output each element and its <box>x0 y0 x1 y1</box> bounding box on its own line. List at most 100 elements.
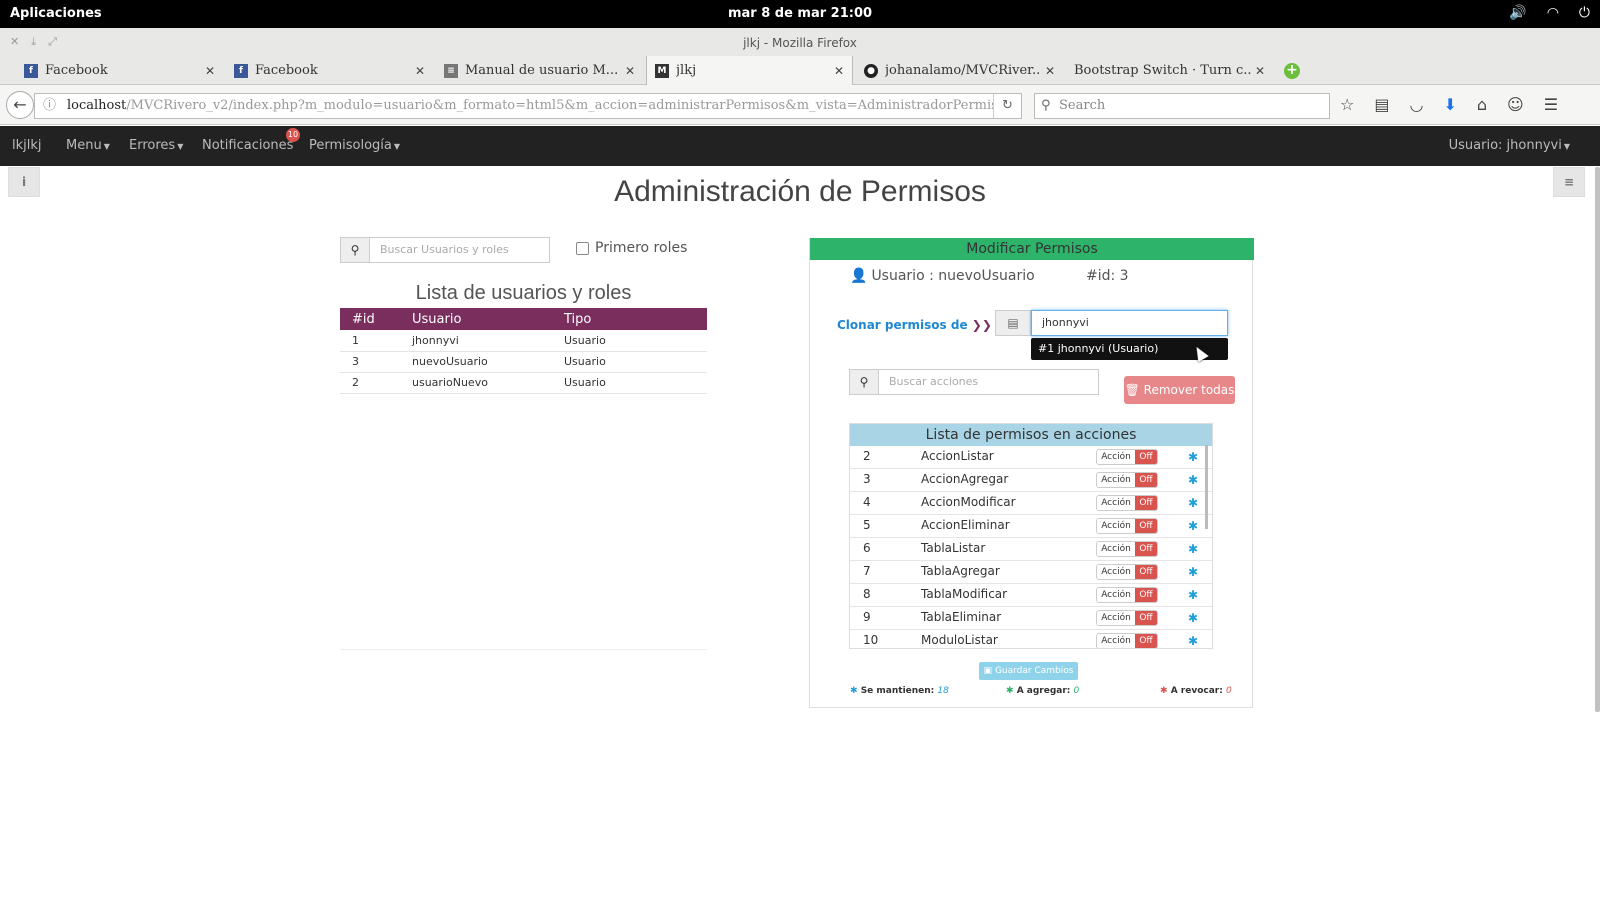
chat-icon[interactable]: ☺ <box>1507 95 1524 114</box>
caret-down-icon: ▼ <box>103 142 110 151</box>
actions-search-group: ⚲ Buscar acciones <box>849 369 1099 395</box>
window-titlebar: ✕ ⤓ ⤢ jlkj - Mozilla Firefox <box>0 28 1600 56</box>
save-changes-button[interactable]: ▣ Guardar Cambios <box>979 662 1078 680</box>
close-tab-icon[interactable]: ✕ <box>625 64 635 78</box>
action-row[interactable]: 9 TablaEliminar Acción Off ✱ <box>850 607 1212 630</box>
search-icon[interactable]: ⚲ <box>849 369 879 395</box>
clone-user-input[interactable]: jhonnyvi <box>1031 310 1228 336</box>
search-input[interactable]: ⚲ Search <box>1034 93 1330 119</box>
primero-roles-checkbox[interactable]: Primero roles <box>576 240 687 256</box>
asterisk-icon: ✱ <box>1188 565 1199 579</box>
cell-tipo: Usuario <box>552 372 707 394</box>
action-toggle-switch[interactable]: Acción Off <box>1096 472 1158 488</box>
save-icon: ▣ <box>983 666 993 676</box>
column-header-usuario[interactable]: Usuario <box>400 308 552 330</box>
new-tab-icon[interactable]: + <box>1284 63 1300 79</box>
remove-all-button[interactable]: 🗑 Remover todas <box>1124 376 1235 404</box>
action-row[interactable]: 5 AccionEliminar Acción Off ✱ <box>850 515 1212 538</box>
notificaciones-link[interactable]: Notificaciones <box>202 138 293 153</box>
download-icon[interactable]: ⬇ <box>1443 95 1456 114</box>
pocket-icon[interactable]: ◡ <box>1409 95 1423 114</box>
tab-label: jlkj <box>676 63 697 78</box>
action-row[interactable]: 2 AccionListar Acción Off ✱ <box>850 446 1212 469</box>
tab-manual[interactable]: ≡ Manual de usuario M... ✕ <box>436 56 643 85</box>
menu-dropdown[interactable]: Menu ▼ <box>66 138 110 153</box>
action-toggle-switch[interactable]: Acción Off <box>1096 495 1158 511</box>
permisologia-dropdown[interactable]: Permisología ▼ <box>309 138 400 153</box>
caret-down-icon: ▼ <box>1563 142 1570 151</box>
switch-label: Acción <box>1097 588 1135 602</box>
cell-tipo: Usuario <box>552 351 707 373</box>
back-arrow-icon[interactable]: ← <box>6 91 34 119</box>
action-row[interactable]: 8 TablaModificar Acción Off ✱ <box>850 584 1212 607</box>
url-bar[interactable]: ⓘ localhost/MVCRivero_v2/index.php?m_mod… <box>34 93 1022 119</box>
action-toggle-switch[interactable]: Acción Off <box>1096 518 1158 534</box>
users-list-title: Lista de usuarios y roles <box>415 282 632 304</box>
notification-count-badge: 10 <box>286 128 300 142</box>
home-icon[interactable]: ⌂ <box>1477 95 1487 114</box>
close-tab-icon[interactable]: ✕ <box>415 64 425 78</box>
switch-state: Off <box>1135 496 1157 510</box>
action-row[interactable]: 6 TablaListar Acción Off ✱ <box>850 538 1212 561</box>
action-toggle-switch[interactable]: Acción Off <box>1096 564 1158 580</box>
action-row[interactable]: 4 AccionModificar Acción Off ✱ <box>850 492 1212 515</box>
tab-label: johanalamo/MVCRiver... <box>885 63 1041 78</box>
column-header-tipo[interactable]: Tipo <box>552 308 707 330</box>
close-tab-icon[interactable]: ✕ <box>205 64 215 78</box>
reload-icon[interactable]: ↻ <box>993 94 1021 118</box>
tab-facebook-1[interactable]: f Facebook ✕ <box>16 56 223 85</box>
page-title: Administración de Permisos <box>614 175 986 208</box>
table-row[interactable]: 2 usuarioNuevo Usuario <box>340 372 707 394</box>
selected-user-label: Usuario : nuevoUsuario <box>871 268 1035 284</box>
wifi-icon[interactable]: ◠ <box>1547 5 1559 21</box>
user-dropdown[interactable]: Usuario: jhonnyvi ▼ <box>1449 138 1570 153</box>
hamburger-menu-icon[interactable]: ☰ <box>1544 95 1558 114</box>
bookmark-star-icon[interactable]: ☆ <box>1340 95 1354 114</box>
table-row[interactable]: 3 nuevoUsuario Usuario <box>340 351 707 373</box>
url-path: /MVCRivero_v2/index.php?m_modulo=usuario… <box>126 98 1022 113</box>
users-search-input[interactable]: Buscar Usuarios y roles <box>370 237 550 263</box>
power-icon[interactable]: ⏻ <box>1579 5 1590 21</box>
tab-facebook-2[interactable]: f Facebook ✕ <box>226 56 433 85</box>
actions-search-input[interactable]: Buscar acciones <box>879 369 1099 395</box>
action-toggle-switch[interactable]: Acción Off <box>1096 587 1158 603</box>
reading-list-icon[interactable]: ▤ <box>1374 95 1389 114</box>
action-name: AccionListar <box>921 449 994 463</box>
action-toggle-switch[interactable]: Acción Off <box>1096 610 1158 626</box>
tab-bootstrap-switch[interactable]: Bootstrap Switch · Turn c... ✕ <box>1066 56 1273 85</box>
action-toggle-switch[interactable]: Acción Off <box>1096 541 1158 557</box>
user-label: Usuario: jhonnyvi <box>1448 138 1562 153</box>
action-id: 2 <box>863 449 871 463</box>
page-scrollbar[interactable] <box>1595 167 1600 712</box>
close-tab-icon[interactable]: ✕ <box>1255 64 1265 78</box>
tab-jlkj[interactable]: M jlkj ✕ <box>646 56 853 85</box>
window-title: jlkj - Mozilla Firefox <box>743 36 857 50</box>
clone-label-text: Clonar permisos de <box>837 318 968 332</box>
system-clock[interactable]: mar 8 de mar 21:00 <box>0 6 1600 21</box>
errores-dropdown[interactable]: Errores ▼ <box>129 138 183 153</box>
actions-scrollbar[interactable] <box>1205 445 1208 529</box>
search-icon[interactable]: ⚲ <box>340 237 370 263</box>
action-toggle-switch[interactable]: Acción Off <box>1096 449 1158 465</box>
action-row[interactable]: 3 AccionAgregar Acción Off ✱ <box>850 469 1212 492</box>
switch-state: Off <box>1135 634 1157 648</box>
asterisk-icon: ✱ <box>1188 519 1199 533</box>
column-header-id[interactable]: #id <box>340 308 400 330</box>
close-tab-icon[interactable]: ✕ <box>834 64 844 78</box>
volume-icon[interactable]: 🔊 <box>1509 5 1526 21</box>
action-toggle-switch[interactable]: Acción Off <box>1096 633 1158 648</box>
asterisk-icon: ✱ <box>1188 588 1199 602</box>
site-info-icon[interactable]: ⓘ <box>43 94 56 118</box>
app-brand[interactable]: lkjlkj <box>12 138 42 153</box>
action-row[interactable]: 7 TablaAgregar Acción Off ✱ <box>850 561 1212 584</box>
switch-label: Acción <box>1097 542 1135 556</box>
facebook-icon: f <box>234 63 248 78</box>
action-name: TablaListar <box>921 541 986 555</box>
table-row[interactable]: 1 jhonnyvi Usuario <box>340 330 707 352</box>
action-row[interactable]: 10 ModuloListar Acción Off ✱ <box>850 630 1212 648</box>
table-header-row: #id Usuario Tipo <box>340 308 707 330</box>
close-tab-icon[interactable]: ✕ <box>1045 64 1055 78</box>
checkbox-box[interactable] <box>576 241 589 255</box>
tab-github[interactable]: ● johanalamo/MVCRiver... ✕ <box>856 56 1063 85</box>
system-tray[interactable]: 🔊 ◠ ⏻ <box>1509 5 1590 21</box>
